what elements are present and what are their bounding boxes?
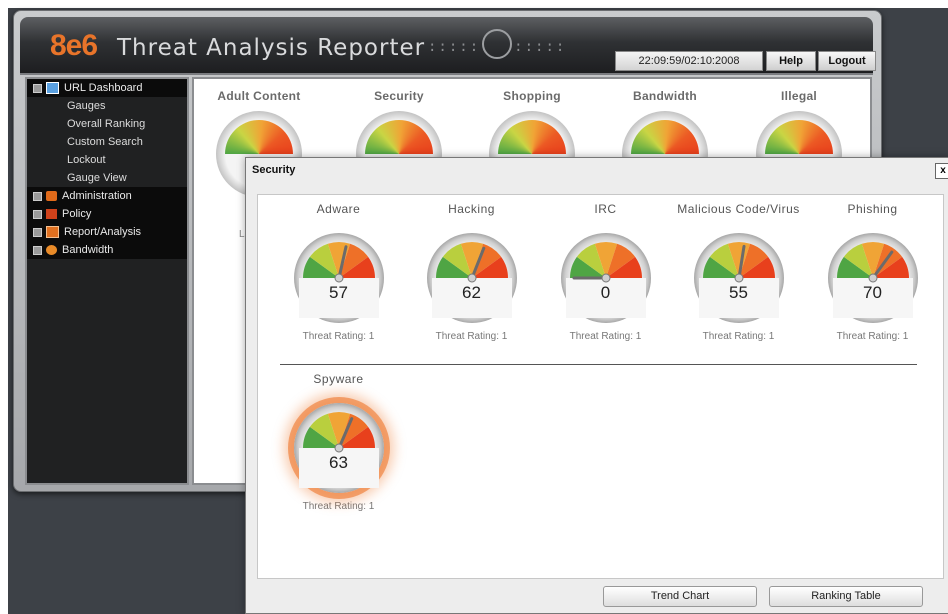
gauge-name: Phishing	[847, 202, 898, 216]
sidebar-item-custom-search[interactable]: Custom Search	[27, 133, 187, 151]
popup-footer: Trend Chart Ranking Table	[246, 578, 948, 613]
security-popup: Security x Adware 57 Threat Rating: 1 Hacki…	[245, 157, 948, 614]
gauge-hub	[868, 273, 877, 283]
gauge-dial: 57	[293, 233, 384, 323]
sidebar-item-label: Administration	[62, 190, 132, 202]
gauge-label: Adult Content	[217, 89, 301, 103]
popup-body: Adware 57 Threat Rating: 1 Hacking 62 Threat …	[257, 194, 944, 579]
gauge-value: 57	[329, 283, 348, 302]
expand-icon[interactable]	[33, 191, 42, 201]
datetime-display: 22:09:59/02:10:2008	[615, 51, 763, 71]
report-icon	[46, 226, 59, 239]
sidebar-item-policy[interactable]: Policy	[27, 205, 187, 223]
gauge-label: Shopping	[503, 89, 561, 103]
gauge-name: Adware	[316, 202, 361, 216]
dashboard-icon	[46, 82, 59, 95]
threat-rating: Threat Rating: 1	[435, 331, 508, 342]
gauge-label: Bandwidth	[632, 89, 698, 103]
administration-icon	[46, 191, 57, 202]
sidebar: URL Dashboard Gauges Overall Ranking Cus…	[25, 77, 189, 485]
sidebar-item-gauges[interactable]: Gauges	[27, 97, 187, 115]
sidebar-item-lockout[interactable]: Lockout	[27, 151, 187, 169]
gauge-spyware[interactable]: Spyware 63 Threat Rating: 1	[276, 373, 401, 512]
sidebar-item-url-dashboard[interactable]: URL Dashboard	[27, 79, 187, 97]
expand-icon[interactable]	[33, 245, 42, 255]
gauge-name: Malicious Code/Virus	[677, 202, 800, 216]
gauge-hub	[467, 273, 476, 283]
gauge-value: 0	[600, 283, 611, 302]
gauge-name: Hacking	[448, 202, 495, 216]
app-title: Threat Analysis Reporter	[117, 35, 426, 61]
gauge-hub	[334, 273, 343, 283]
popup-title: Security	[252, 164, 296, 176]
gauge-hub	[734, 273, 743, 283]
gauge-dial: 70	[827, 233, 918, 323]
brand-mark-icon: ::::::::::	[428, 29, 566, 59]
logo: 8e6	[50, 29, 98, 62]
collapse-icon[interactable]	[33, 83, 42, 93]
gauge-irc[interactable]: IRC 0 Threat Rating: 1	[543, 203, 668, 342]
gauge-hub	[334, 443, 343, 453]
gauge-hub	[601, 273, 610, 283]
sidebar-item-administration[interactable]: Administration	[27, 187, 187, 205]
threat-rating: Threat Rating: 1	[702, 331, 775, 342]
gauge-malicious-code-virus[interactable]: Malicious Code/Virus 55 Threat Rating: 1	[676, 202, 801, 343]
help-button[interactable]: Help	[766, 51, 816, 71]
sidebar-item-label: Bandwidth	[62, 244, 114, 256]
sidebar-item-label: Report/Analysis	[64, 226, 142, 238]
gauge-dial: 62	[426, 233, 517, 323]
close-icon[interactable]: x	[935, 163, 948, 179]
threat-rating: Threat Rating: 1	[836, 331, 909, 342]
gauge-dial: 0	[560, 233, 651, 323]
title-bar: 8e6 Threat Analysis Reporter :::::::::: …	[20, 17, 876, 75]
sidebar-item-label: Policy	[62, 208, 92, 220]
sidebar-item-overall-ranking[interactable]: Overall Ranking	[27, 115, 187, 133]
gauge-value: 55	[729, 283, 748, 302]
sidebar-item-bandwidth[interactable]: Bandwidth	[27, 241, 187, 259]
logout-button[interactable]: Logout	[818, 51, 876, 71]
threat-rating: Threat Rating: 1	[302, 501, 375, 512]
gauge-label: Illegal	[780, 89, 818, 103]
threat-rating: Threat Rating: 1	[302, 331, 375, 342]
gauge-name: IRC	[594, 202, 617, 216]
gauge-name: Spyware	[313, 372, 364, 386]
gauge-value: 62	[462, 283, 481, 302]
gauge-dial: 63	[293, 403, 384, 493]
threat-rating: Threat Rating: 1	[569, 331, 642, 342]
trend-chart-button[interactable]: Trend Chart	[603, 586, 757, 607]
expand-icon[interactable]	[33, 227, 42, 237]
sidebar-item-gauge-view[interactable]: Gauge View	[27, 169, 187, 187]
policy-icon	[46, 209, 57, 220]
bandwidth-icon	[46, 245, 57, 256]
sidebar-item-report-analysis[interactable]: Report/Analysis	[27, 223, 187, 241]
sidebar-item-label: URL Dashboard	[64, 82, 143, 94]
gauge-label: Security	[374, 89, 424, 103]
gauge-value: 70	[863, 283, 882, 302]
gauge-dial: 55	[693, 233, 784, 323]
ranking-table-button[interactable]: Ranking Table	[769, 586, 923, 607]
expand-icon[interactable]	[33, 209, 42, 219]
gauge-value: 63	[329, 453, 348, 472]
gauge-hacking[interactable]: Hacking 62 Threat Rating: 1	[409, 203, 534, 342]
divider	[280, 364, 917, 365]
gauge-adware[interactable]: Adware 57 Threat Rating: 1	[276, 203, 401, 342]
gauge-phishing[interactable]: Phishing 70 Threat Rating: 1	[810, 203, 935, 342]
